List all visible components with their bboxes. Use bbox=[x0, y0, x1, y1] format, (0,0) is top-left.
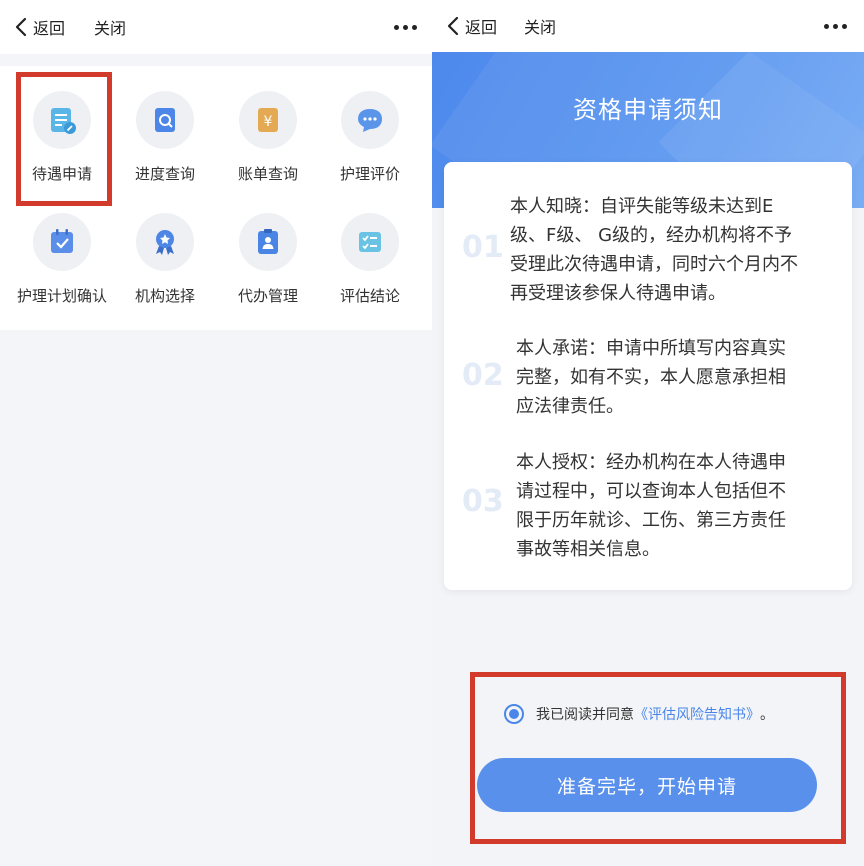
notice-item: 02 本人承诺：申请中所填写内容真实 完整，如有不实，本人愿意承担相 应法律责任… bbox=[444, 334, 852, 424]
grid-label: 账单查询 bbox=[237, 165, 298, 183]
svg-text:¥: ¥ bbox=[264, 114, 273, 130]
grid-item-progress-query[interactable]: 进度查询 bbox=[113, 91, 217, 184]
more-icon[interactable] bbox=[392, 0, 419, 54]
bill-query-icon: ¥ bbox=[239, 91, 297, 149]
grid-item-assessment-result[interactable]: 评估结论 bbox=[318, 213, 422, 306]
grid-label: 护理计划确认 bbox=[16, 287, 107, 305]
navbar: 返回 关闭 bbox=[0, 0, 432, 54]
grid-item-care-review[interactable]: 护理评价 bbox=[318, 91, 422, 184]
progress-query-icon bbox=[136, 91, 194, 149]
grid-label: 代办管理 bbox=[237, 287, 298, 305]
navbar: 返回 关闭 bbox=[432, 0, 864, 52]
grid-item-care-plan-confirm[interactable]: 护理计划确认 bbox=[10, 213, 114, 306]
institution-select-icon bbox=[136, 213, 194, 271]
notice-text: 本人知晓：自评失能等级未达到E 级、F级、 G级的，经办机构将不予 受理此次待遇… bbox=[510, 196, 798, 304]
assessment-result-icon bbox=[341, 213, 399, 271]
notice-item: 01 本人知晓：自评失能等级未达到E 级、F级、 G级的，经办机构将不予 受理此… bbox=[444, 192, 852, 312]
back-label: 返回 bbox=[465, 18, 498, 37]
grid-label: 护理评价 bbox=[339, 165, 400, 183]
notice-number: 03 bbox=[462, 484, 504, 519]
back-button[interactable]: 返回 bbox=[14, 0, 65, 54]
grid-label: 进度查询 bbox=[134, 165, 195, 183]
back-button[interactable]: 返回 bbox=[446, 0, 497, 52]
notice-text: 本人授权：经办机构在本人待遇申 请过程中，可以查询本人包括但不 限于历年就诊、工… bbox=[516, 452, 786, 560]
close-button[interactable]: 关闭 bbox=[524, 0, 556, 52]
close-button[interactable]: 关闭 bbox=[94, 0, 126, 54]
grid-item-agent-manage[interactable]: 代办管理 bbox=[216, 213, 320, 306]
notice-card: 01 本人知晓：自评失能等级未达到E 级、F级、 G级的，经办机构将不予 受理此… bbox=[444, 162, 852, 590]
grid-label: 评估结论 bbox=[339, 287, 400, 305]
back-label: 返回 bbox=[33, 19, 66, 38]
care-plan-confirm-icon bbox=[33, 213, 91, 271]
page-title: 资格申请须知 bbox=[573, 96, 723, 124]
chevron-left-icon bbox=[15, 17, 27, 37]
notice-number: 02 bbox=[462, 358, 504, 393]
notice-number: 01 bbox=[462, 230, 504, 265]
grid-label: 机构选择 bbox=[134, 287, 195, 305]
highlight-box bbox=[16, 72, 112, 206]
notice-text: 本人承诺：申请中所填写内容真实 完整，如有不实，本人愿意承担相 应法律责任。 bbox=[516, 338, 786, 417]
agent-manage-icon bbox=[239, 213, 297, 271]
grid-item-bill-query[interactable]: ¥ 账单查询 bbox=[216, 91, 320, 184]
notice-item: 03 本人授权：经办机构在本人待遇申 请过程中，可以查询本人包括但不 限于历年就… bbox=[444, 448, 852, 568]
care-review-icon bbox=[341, 91, 399, 149]
grid-item-institution-select[interactable]: 机构选择 bbox=[113, 213, 217, 306]
more-icon[interactable] bbox=[822, 0, 849, 52]
chevron-left-icon bbox=[447, 16, 459, 36]
highlight-box bbox=[470, 672, 846, 844]
right-screen: 返回 关闭 资格申请须知 01 本人知晓：自评失能等级未达到E 级、F级、 G级… bbox=[432, 0, 864, 866]
left-screen: 返回 关闭 待遇申请 进度查询 ¥ 账单查询 护理评价 护理计划确认 机构选择 … bbox=[0, 0, 432, 866]
